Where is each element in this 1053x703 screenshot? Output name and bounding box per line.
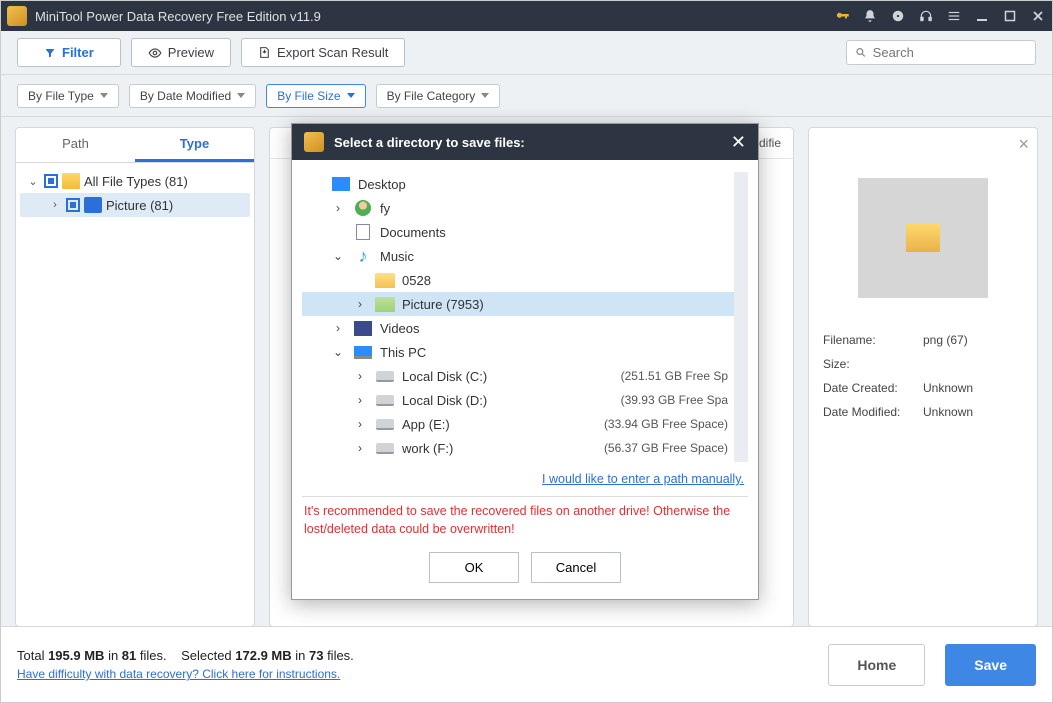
directory-row[interactable]: › App (E:) (33.94 GB Free Space)	[302, 412, 734, 436]
app-icon	[304, 132, 324, 152]
chevron-icon: ›	[352, 441, 368, 455]
directory-row[interactable]: › Picture (7953)	[302, 292, 734, 316]
chevron-icon: ›	[352, 369, 368, 383]
directory-row[interactable]: › work (F:) (56.37 GB Free Space)	[302, 436, 734, 460]
modal-header: Select a directory to save files: ✕	[292, 124, 758, 160]
directory-row[interactable]: › fy	[302, 196, 734, 220]
cancel-button[interactable]: Cancel	[531, 552, 621, 583]
directory-row[interactable]: › Videos	[302, 316, 734, 340]
directory-row[interactable]: › Local Disk (C:) (251.51 GB Free Sp	[302, 364, 734, 388]
directory-label: App (E:)	[402, 417, 598, 432]
free-space: (39.93 GB Free Spa	[621, 393, 728, 407]
directory-label: This PC	[380, 345, 722, 360]
directory-label: Desktop	[358, 177, 722, 192]
directory-row[interactable]: 0528	[302, 268, 734, 292]
directory-row[interactable]: Documents	[302, 220, 734, 244]
directory-row[interactable]: › Local Disk (D:) (39.93 GB Free Spa	[302, 388, 734, 412]
directory-row[interactable]: ⌄♪Music	[302, 244, 734, 268]
directory-row[interactable]: ⌄ This PC	[302, 340, 734, 364]
directory-label: Videos	[380, 321, 722, 336]
directory-label: work (F:)	[402, 441, 598, 456]
manual-path-link[interactable]: I would like to enter a path manually.	[542, 472, 744, 486]
save-directory-modal: Select a directory to save files: ✕ Desk…	[291, 123, 759, 600]
directory-row[interactable]: Desktop	[302, 172, 734, 196]
chevron-icon: ⌄	[330, 249, 346, 263]
chevron-icon: ›	[352, 417, 368, 431]
chevron-icon: ›	[330, 201, 346, 215]
directory-label: Local Disk (D:)	[402, 393, 615, 408]
ok-button[interactable]: OK	[429, 552, 519, 583]
warning-text: It's recommended to save the recovered f…	[302, 496, 748, 552]
directory-label: fy	[380, 201, 722, 216]
directory-label: Music	[380, 249, 722, 264]
chevron-icon: ›	[352, 297, 368, 311]
free-space: (251.51 GB Free Sp	[621, 369, 728, 383]
chevron-icon: ⌄	[330, 345, 346, 359]
chevron-icon: ›	[352, 393, 368, 407]
free-space: (33.94 GB Free Space)	[604, 417, 728, 431]
chevron-icon: ›	[330, 321, 346, 335]
directory-label: Local Disk (C:)	[402, 369, 615, 384]
close-icon[interactable]: ✕	[731, 132, 746, 153]
directory-label: Picture (7953)	[402, 297, 722, 312]
directory-label: 0528	[402, 273, 722, 288]
directory-tree[interactable]: Desktop › fy Documents ⌄♪Music 0528 › Picture (…	[302, 172, 748, 462]
free-space: (56.37 GB Free Space)	[604, 441, 728, 455]
modal-title: Select a directory to save files:	[334, 135, 721, 150]
directory-label: Documents	[380, 225, 722, 240]
